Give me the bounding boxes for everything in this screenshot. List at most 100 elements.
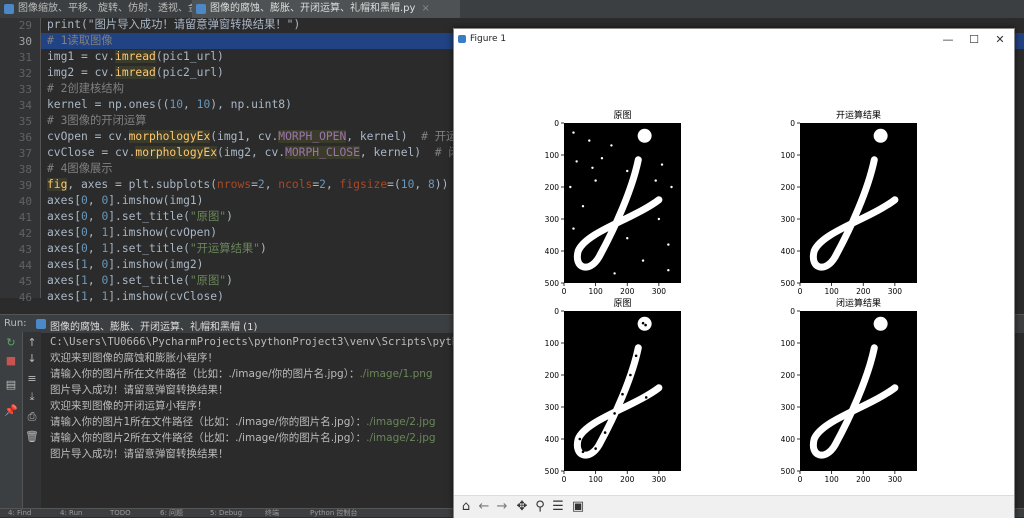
noise-hole [603, 431, 607, 434]
code-line-39[interactable]: fig, axes = plt.subplots(nrows=2, ncols=… [47, 177, 448, 193]
subplot-title: 开运算结果 [836, 109, 881, 121]
pan-icon[interactable]: ✥ [514, 499, 530, 515]
x-tick-label: 300 [888, 287, 903, 296]
rerun-icon[interactable]: ↻ [4, 336, 18, 350]
x-tick-label: 200 [620, 287, 635, 296]
code-line-42[interactable]: axes[0, 1].imshow(cvOpen) [47, 225, 217, 241]
code-line-40[interactable]: axes[0, 0].imshow(img1) [47, 193, 203, 209]
python-file-icon [196, 4, 206, 14]
code-line-38[interactable]: # 4图像展示 [47, 161, 113, 177]
line-number: 41 [18, 211, 32, 224]
matplotlib-icon [458, 35, 466, 43]
subplots-svg: 原图01002003004005000 100 200 300开运算结果0100200… [545, 109, 917, 484]
y-tick-label: 200 [545, 371, 560, 380]
y-tick-label: 400 [781, 435, 796, 444]
noise-dot [667, 269, 670, 272]
figure-window[interactable]: Figure 1 — ☐ ✕ 原图 0 100 200 300 400 500 0 100 200… [453, 28, 1015, 518]
x-tick-label: 300 [652, 475, 667, 484]
code-line-35[interactable]: # 3图像的开闭运算 [47, 113, 146, 129]
code-line-29[interactable]: print("图片导入成功！请留意弹窗转换结果！") [47, 17, 300, 33]
code-line-43[interactable]: axes[0, 1].set_title("开运算结果") [47, 241, 267, 257]
y-tick-label: 500 [781, 467, 796, 476]
y-tick-label: 300 [545, 403, 560, 412]
code-line-41[interactable]: axes[0, 0].set_title("原图") [47, 209, 233, 225]
code-line-45[interactable]: axes[1, 0].set_title("原图") [47, 273, 233, 289]
print-icon[interactable]: ⎙ [25, 410, 39, 424]
code-line-34[interactable]: kernel = np.ones((10, 10), np.uint8) [47, 97, 292, 113]
figure-titlebar[interactable]: Figure 1 — ☐ ✕ [454, 29, 1014, 51]
y-tick-label: 500 [545, 279, 560, 288]
code-line-32[interactable]: img2 = cv.imread(pic2_url) [47, 65, 224, 81]
soft-wrap-icon[interactable]: ≡ [25, 372, 39, 386]
y-tick-label: 100 [781, 151, 796, 160]
subplot: 原图01002003004005000 100 200 300 [545, 298, 681, 484]
noise-dot [641, 259, 645, 262]
line-number: 42 [18, 227, 32, 240]
maximize-button[interactable]: ☐ [966, 32, 982, 48]
noise-dot [626, 237, 629, 240]
home-icon[interactable]: ⌂ [458, 499, 474, 515]
noise-hole [625, 412, 629, 415]
scroll-end-icon[interactable]: ⤓ [25, 390, 39, 404]
line-number: 31 [18, 51, 32, 64]
arrow-down-icon[interactable]: ↓ [25, 352, 39, 366]
noise-hole [629, 373, 632, 377]
noise-dot [572, 227, 575, 230]
noise-hole [613, 412, 616, 415]
noise-dot [572, 131, 575, 134]
line-number: 38 [18, 163, 32, 176]
editor-tab-scaling[interactable]: 图像缩放、平移、旋转、仿射、透视、金字塔.py× [0, 0, 248, 18]
output-line: 请输入你的图片1所在文件路径（比如：./image/你的图片名.jpg）：./i… [50, 416, 436, 428]
output-line: 欢迎来到图像的腐蚀和膨胀小程序！ [50, 352, 218, 364]
line-number: 34 [18, 99, 32, 112]
pin-icon[interactable]: 📌 [4, 404, 18, 418]
trash-icon[interactable]: 🗑 [25, 430, 39, 444]
code-line-37[interactable]: cvClose = cv.morphologyEx(img2, cv.MORPH… [47, 145, 482, 161]
code-line-33[interactable]: # 2创建核结构 [47, 81, 124, 97]
output-line: 欢迎来到图像的开闭运算小程序！ [50, 400, 208, 412]
line-number: 40 [18, 195, 32, 208]
noise-dot [610, 144, 613, 147]
letter-j-dot [873, 316, 888, 331]
x-tick-label: 0 [798, 475, 803, 484]
code-line-44[interactable]: axes[1, 0].imshow(img2) [47, 257, 203, 273]
code-line-31[interactable]: img1 = cv.imread(pic1_url) [47, 49, 224, 65]
noise-hole [600, 424, 604, 428]
layout-icon[interactable]: ▤ [4, 378, 18, 392]
user-input: ./image/2.jpg [366, 416, 436, 428]
y-tick-label: 0 [554, 307, 559, 316]
noise-dot [569, 185, 572, 189]
noise-hole [621, 392, 624, 396]
y-tick-label: 200 [781, 183, 796, 192]
zoom-icon[interactable]: ⚲ [532, 499, 548, 515]
stop-icon[interactable]: ■ [4, 354, 18, 368]
editor-tab-morphology[interactable]: 图像的腐蚀、膨胀、开闭运算、礼帽和黑帽.py × [192, 0, 460, 18]
y-tick-label: 100 [545, 339, 560, 348]
save-icon[interactable]: ▣ [570, 499, 586, 515]
tab-label: 图像的腐蚀、膨胀、开闭运算、礼帽和黑帽.py [210, 3, 416, 14]
close-icon[interactable]: × [421, 3, 429, 14]
configure-icon[interactable]: ☰ [550, 499, 566, 515]
noise-hole [578, 437, 582, 441]
run-tab[interactable]: 图像的腐蚀、膨胀、开闭运算、礼帽和黑帽 (1) [50, 318, 257, 333]
minimize-button[interactable]: — [940, 32, 956, 48]
line-number: 36 [18, 131, 32, 144]
code-line-36[interactable]: cvOpen = cv.morphologyEx(img1, cv.MORPH_… [47, 129, 469, 145]
x-tick-label: 200 [856, 475, 871, 484]
letter-j-dot [637, 128, 652, 143]
forward-icon[interactable]: → [494, 499, 510, 515]
code-line-46[interactable]: axes[1, 1].imshow(cvClose) [47, 289, 224, 305]
python-file-icon [4, 4, 14, 14]
noise-dot [594, 179, 597, 182]
noise-dot [660, 163, 664, 166]
x-tick-label: 0 [562, 475, 567, 484]
line-number: 30 [18, 35, 32, 48]
close-button[interactable]: ✕ [992, 32, 1008, 48]
letter-j-dot [873, 128, 888, 143]
arrow-up-icon[interactable]: ↑ [25, 336, 39, 350]
line-number: 39 [18, 179, 32, 192]
code-line-30[interactable]: # 1读取图像 [47, 33, 113, 49]
figure-canvas[interactable]: 原图 0 100 200 300 400 500 0 100 200 300 开运算结果 0 100 200… [454, 51, 1014, 495]
output-line: 图片导入成功！请留意弹窗转换结果！ [50, 448, 229, 460]
back-icon[interactable]: ← [476, 499, 492, 515]
